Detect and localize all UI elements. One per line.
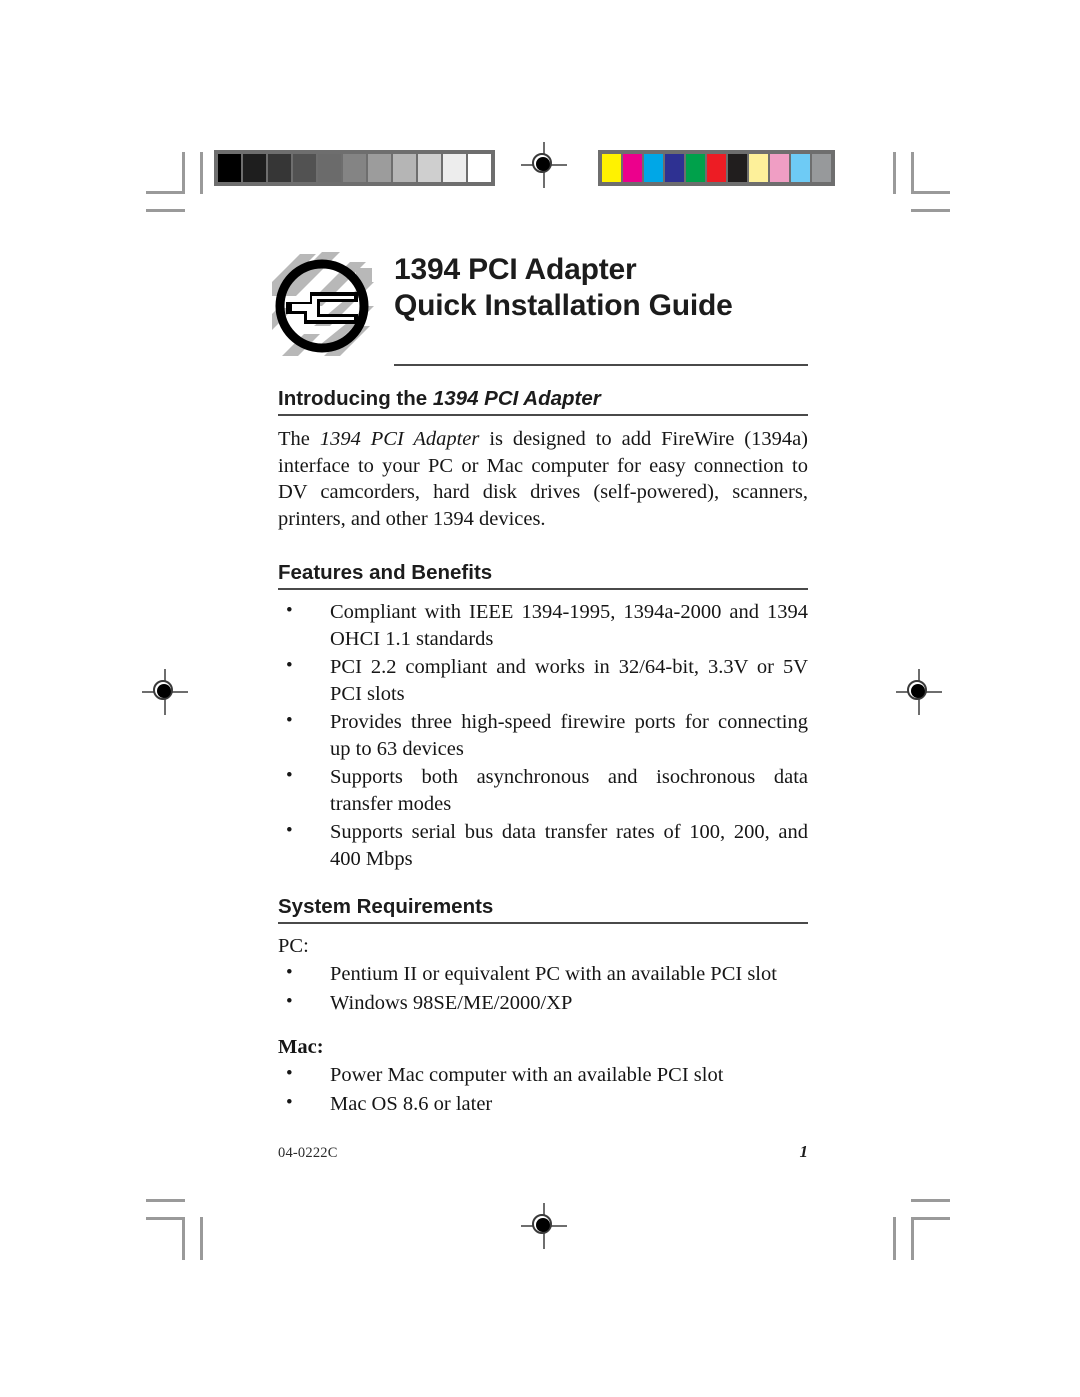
introducing-heading-rule	[278, 414, 808, 416]
corner-crop-mark-bottom-left	[138, 1186, 216, 1264]
pc-requirements-list: Pentium II or equivalent PC with an avai…	[278, 960, 808, 1017]
color-calibration-bar	[598, 150, 835, 186]
page-content: 1394 PCI Adapter Quick Installation Guid…	[272, 248, 808, 1119]
corner-crop-mark-bottom-right	[880, 1186, 958, 1264]
color-swatch-8	[770, 154, 789, 182]
list-item: Supports both asynchronous and isochrono…	[278, 763, 808, 817]
paragraph-lead: The	[278, 428, 320, 450]
grayscale-swatch-7	[393, 154, 416, 182]
page-footer: 04-0222C 1	[278, 1142, 808, 1162]
introducing-heading-product: 1394 PCI Adapter	[432, 387, 601, 410]
color-swatch-10	[812, 154, 831, 182]
mac-requirements-list: Power Mac computer with an available PCI…	[278, 1061, 808, 1118]
list-item: Compliant with IEEE 1394-1995, 1394a-200…	[278, 598, 808, 652]
color-swatch-3	[665, 154, 684, 182]
document-title-block: 1394 PCI Adapter Quick Installation Guid…	[272, 248, 808, 360]
list-item: Supports serial bus data transfer rates …	[278, 818, 808, 872]
grayscale-swatch-5	[343, 154, 366, 182]
grayscale-swatch-3	[293, 154, 316, 182]
color-swatch-4	[686, 154, 705, 182]
requirements-heading-rule	[278, 922, 808, 924]
grayscale-swatch-9	[443, 154, 466, 182]
color-swatch-5	[707, 154, 726, 182]
grayscale-swatch-2	[268, 154, 291, 182]
registration-target-right-middle	[896, 669, 942, 715]
features-list: Compliant with IEEE 1394-1995, 1394a-200…	[278, 598, 808, 872]
list-item: PCI 2.2 compliant and works in 32/64-bit…	[278, 653, 808, 707]
registration-target-bottom-center	[521, 1203, 567, 1249]
list-item: Windows 98SE/ME/2000/XP	[278, 989, 808, 1017]
pc-requirements-label: PC:	[278, 935, 309, 957]
list-item: Mac OS 8.6 or later	[278, 1090, 808, 1118]
corner-crop-mark-top-left	[138, 148, 216, 226]
title-line-1: 1394 PCI Adapter	[394, 253, 637, 286]
introducing-paragraph: The 1394 PCI Adapter is designed to add …	[278, 426, 808, 532]
features-heading-rule	[278, 588, 808, 590]
list-item: Pentium II or equivalent PC with an avai…	[278, 960, 808, 988]
grayscale-swatch-4	[318, 154, 341, 182]
corner-crop-mark-top-right	[880, 148, 958, 226]
introducing-heading: Introducing the 1394 PCI Adapter	[278, 386, 601, 411]
color-swatch-9	[791, 154, 810, 182]
color-swatch-2	[644, 154, 663, 182]
grayscale-swatch-8	[418, 154, 441, 182]
title-line-2: Quick Installation Guide	[394, 289, 733, 322]
requirements-heading-wrap: System Requirements	[278, 894, 808, 924]
color-swatch-7	[749, 154, 768, 182]
registration-target-top-center	[521, 142, 567, 188]
introducing-heading-wrap: Introducing the 1394 PCI Adapter	[278, 386, 808, 411]
list-item: Provides three high-speed firewire ports…	[278, 708, 808, 762]
grayscale-swatch-6	[368, 154, 391, 182]
introducing-heading-prefix: Introducing the	[278, 387, 433, 410]
siig-circle-logo-icon	[270, 252, 374, 356]
features-heading-wrap: Features and Benefits	[278, 560, 808, 590]
color-swatch-1	[623, 154, 642, 182]
grayscale-calibration-bar	[214, 150, 495, 186]
list-item: Power Mac computer with an available PCI…	[278, 1061, 808, 1089]
registration-target-left-middle	[142, 669, 188, 715]
title-text-group: 1394 PCI Adapter Quick Installation Guid…	[394, 248, 808, 324]
grayscale-swatch-10	[468, 154, 491, 182]
grayscale-swatch-0	[218, 154, 241, 182]
color-swatch-6	[728, 154, 747, 182]
paragraph-product-name: 1394 PCI Adapter	[319, 428, 480, 450]
grayscale-swatch-1	[243, 154, 266, 182]
page-number: 1	[799, 1142, 809, 1161]
requirements-heading: System Requirements	[278, 895, 494, 918]
mac-requirements-label: Mac:	[278, 1036, 324, 1058]
color-swatch-0	[602, 154, 621, 182]
features-heading: Features and Benefits	[278, 561, 493, 584]
document-id: 04-0222C	[278, 1145, 338, 1161]
